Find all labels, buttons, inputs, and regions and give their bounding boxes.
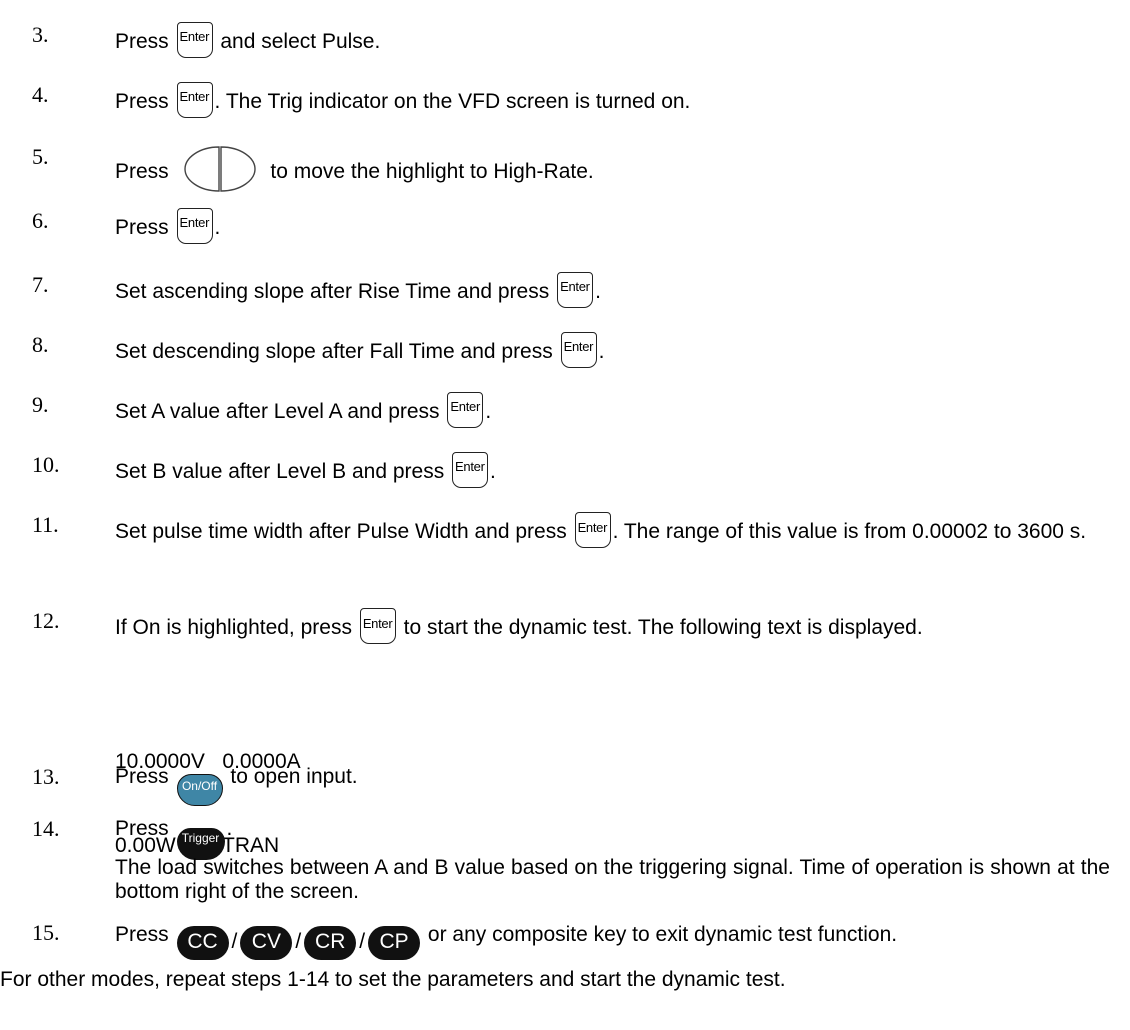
slash-separator: /: [359, 930, 366, 953]
step-number: 9.: [32, 392, 49, 417]
step-text: or any composite key to exit dynamic tes…: [427, 923, 898, 946]
enter-key-icon: Enter: [574, 512, 611, 548]
cc-key-icon: CC: [176, 926, 229, 960]
enter-key-icon: Enter: [359, 608, 396, 644]
step-number: 15.: [32, 920, 60, 945]
step-number: 8.: [32, 332, 49, 357]
step-text: Set B value after Level B and press: [115, 460, 445, 483]
step-number: 13.: [32, 764, 60, 789]
step-text: Set pulse time width after Pulse Width a…: [115, 520, 567, 543]
on-off-key-icon: On/Off: [176, 774, 223, 806]
footer-note: For other modes, repeat steps 1-14 to se…: [0, 968, 786, 991]
step-text: Press: [115, 765, 169, 788]
enter-key-icon: Enter: [176, 208, 213, 244]
left-right-arrow-keys-icon: [183, 146, 256, 192]
step-text: to start the dynamic test. The following…: [403, 616, 923, 639]
step-text: Press: [115, 923, 169, 946]
step-text: . The range of this value is from 0.0000…: [612, 520, 1087, 543]
step-number: 11.: [32, 512, 59, 537]
cv-key-icon: CV: [240, 926, 293, 960]
step-text: Set descending slope after Fall Time and…: [115, 340, 553, 363]
step-number: 7.: [32, 272, 49, 297]
step-text: to open input.: [230, 765, 358, 788]
step-text: and select Pulse.: [220, 30, 381, 53]
step-number: 6.: [32, 208, 49, 233]
slash-separator: /: [295, 930, 302, 953]
step-text: .: [490, 460, 496, 483]
enter-key-icon: Enter: [557, 272, 594, 308]
enter-key-icon: Enter: [176, 22, 213, 58]
step-number: 14.: [32, 816, 60, 841]
step-text: .: [226, 817, 233, 840]
step-text: .: [598, 340, 605, 363]
step-text: Press: [115, 90, 169, 113]
enter-key-icon: Enter: [452, 452, 489, 488]
slash-separator: /: [231, 930, 238, 953]
step-text: Press: [115, 30, 169, 53]
step-number: 4.: [32, 82, 49, 107]
cp-key-icon: CP: [368, 926, 421, 960]
step-text: .: [595, 280, 601, 303]
enter-key-icon: Enter: [447, 392, 484, 428]
step-text: Set ascending slope after Rise Time and …: [115, 280, 550, 303]
step-number: 5.: [32, 144, 49, 169]
step-14-detail: The load switches between A and B value …: [115, 856, 1110, 903]
enter-key-icon: Enter: [176, 82, 213, 118]
step-text: .: [485, 400, 492, 423]
step-text: to move the highlight to High-Rate.: [270, 160, 594, 183]
step-text: .: [214, 216, 221, 239]
step-text: Set A value after Level A and press: [115, 400, 440, 423]
step-text: Press: [115, 817, 169, 840]
step-text: If On is highlighted, press: [115, 616, 352, 639]
step-number: 12.: [32, 608, 60, 633]
enter-key-icon: Enter: [560, 332, 597, 368]
step-text: . The Trig indicator on the VFD screen i…: [214, 90, 691, 113]
step-text: Press: [115, 216, 169, 239]
cr-key-icon: CR: [304, 926, 357, 960]
step-number: 3.: [32, 22, 49, 47]
step-number: 10.: [32, 452, 60, 477]
step-text: Press: [115, 160, 169, 183]
